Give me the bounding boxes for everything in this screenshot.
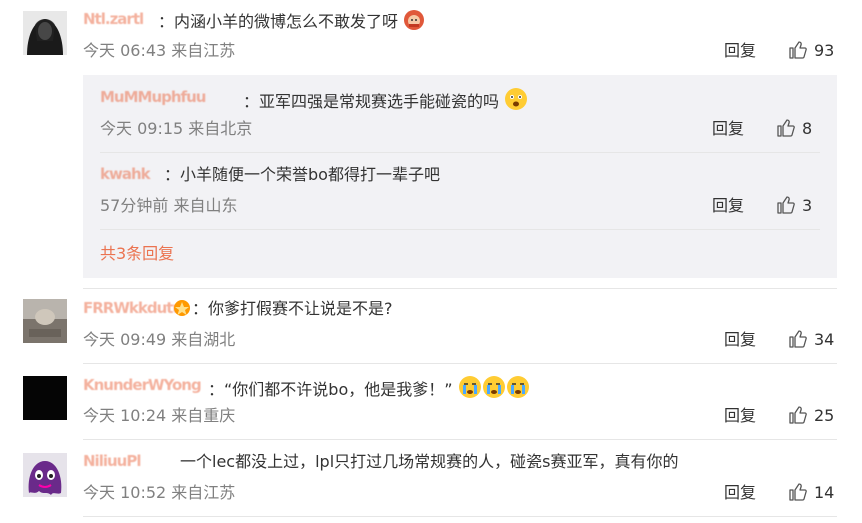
thumbs-up-icon [789, 483, 807, 501]
reply-text-row: ：亚军四强是常规赛选手能碰瓷的吗 [243, 87, 528, 117]
divider [100, 229, 820, 230]
reply-username[interactable]: MuMMuphfuu [100, 87, 206, 107]
reply-username[interactable]: kwahk [100, 164, 151, 184]
badge-icon [172, 298, 192, 322]
avatar[interactable] [23, 299, 67, 343]
like-button[interactable]: 14 [788, 482, 834, 502]
thumbs-up-icon [789, 330, 807, 348]
comment-meta: 今天 10:52 来自江苏 [83, 483, 236, 502]
like-button[interactable]: 93 [788, 40, 834, 60]
divider [100, 152, 820, 153]
comment-text: ：“你们都不许说bo，他是我爹！” [208, 380, 453, 399]
more-replies-link[interactable]: 共3条回复 [100, 243, 174, 265]
reply-button[interactable]: 回复 [712, 195, 744, 217]
comment-username[interactable]: KnunderWYong [83, 375, 202, 395]
reply-button[interactable]: 回复 [724, 482, 756, 504]
reply-button[interactable]: 回复 [724, 40, 756, 62]
reply-button[interactable]: 回复 [712, 118, 744, 140]
comment-text: ：内涵小羊的微博怎么不敢发了呀 [158, 12, 399, 31]
like-button[interactable]: 34 [788, 329, 834, 349]
reply-text: ：亚军四强是常规赛选手能碰瓷的吗 [243, 92, 500, 111]
comment-divider [83, 363, 837, 364]
like-count: 93 [814, 40, 835, 60]
like-button[interactable]: 8 [776, 118, 812, 138]
avatar-image [23, 453, 67, 497]
comment-meta: 今天 06:43 来自江苏 [83, 41, 236, 60]
avatar[interactable] [23, 453, 67, 497]
thumbs-up-icon [789, 406, 807, 424]
avatar-image [23, 299, 67, 343]
comment-username[interactable]: Ntl.zartl [83, 9, 144, 29]
like-count: 25 [814, 405, 835, 425]
comment-text-row: ：内涵小羊的微博怎么不敢发了呀 [158, 9, 425, 37]
comment-text: ：你爹打假赛不让说是不是? [192, 299, 393, 318]
comment-text-row: ：“你们都不许说bo，他是我爹！” [208, 375, 530, 405]
avatar[interactable] [23, 376, 67, 420]
reply-button[interactable]: 回复 [724, 405, 756, 427]
like-count: 14 [814, 482, 835, 502]
thumbs-up-icon [789, 41, 807, 59]
comment-username[interactable]: NiliuuPl [83, 451, 141, 471]
comment-divider [83, 288, 837, 289]
reply-button[interactable]: 回复 [724, 329, 756, 351]
scared-emoji-icon [504, 87, 528, 117]
doll-emoji-icon [403, 9, 425, 37]
like-count: 8 [802, 118, 813, 138]
reply-meta: 57分钟前 来自山东 [100, 196, 238, 215]
thumbs-up-icon [777, 196, 795, 214]
like-count: 34 [814, 329, 835, 349]
comment-divider [83, 439, 837, 440]
comment-text: 一个lec都没上过，lpl只打过几场常规赛的人，碰瓷s赛亚军，真有你的 [180, 452, 679, 471]
comment-meta: 今天 10:24 来自重庆 [83, 406, 236, 425]
avatar-image [23, 376, 67, 420]
reply-meta: 今天 09:15 来自北京 [100, 119, 253, 138]
avatar-image [23, 11, 67, 55]
comment-divider [83, 516, 837, 517]
thumbs-up-icon [777, 119, 795, 137]
comment-meta: 今天 09:49 来自湖北 [83, 330, 236, 349]
crying-emoji-icon [458, 375, 530, 405]
comment-username[interactable]: FRRWkkdutu [83, 298, 183, 318]
like-button[interactable]: 25 [788, 405, 834, 425]
avatar[interactable] [23, 11, 67, 55]
reply-text: ：小羊随便一个荣誉bo都得打一辈子吧 [164, 165, 440, 184]
like-count: 3 [802, 195, 813, 215]
like-button[interactable]: 3 [776, 195, 812, 215]
